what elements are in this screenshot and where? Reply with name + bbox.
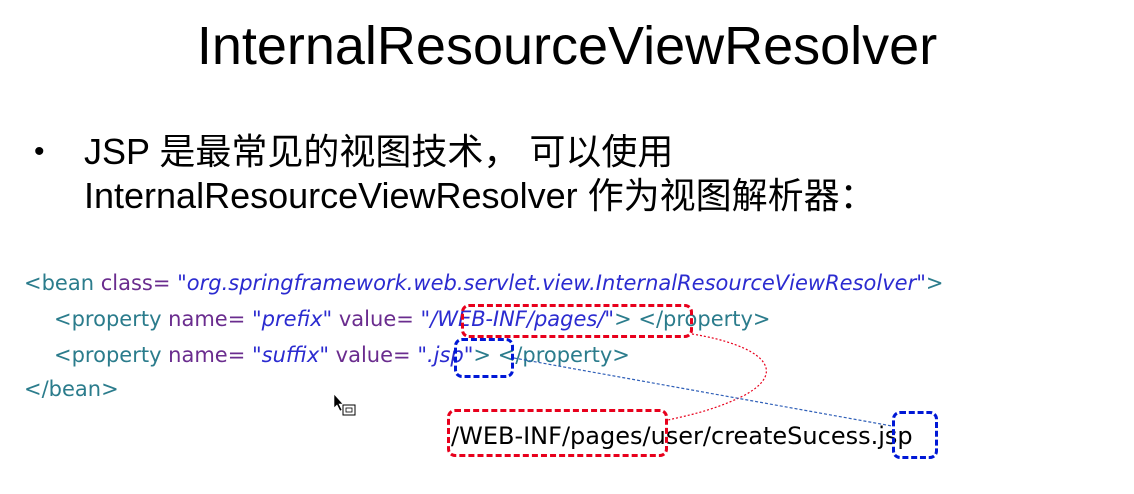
value-attr: value= (332, 307, 414, 331)
property-tag: <property (54, 343, 169, 367)
suffix-name-value: "suffix" (245, 343, 329, 367)
class-value: "org.springframework.web.servlet.view.In… (170, 271, 926, 295)
value-attr: value= (329, 343, 411, 367)
bean-tag: <bean (24, 271, 101, 295)
property-tag: <property (54, 307, 169, 331)
name-attr: name= (168, 343, 246, 367)
slide-title: InternalResourceViewResolver (196, 16, 938, 76)
name-attr: name= (168, 307, 246, 331)
prefix-highlight-box (461, 304, 693, 338)
resolved-suffix-highlight-box (892, 411, 938, 459)
bullet-text: JSP 是最常见的视图技术， 可以使用 InternalResourceView… (84, 130, 876, 218)
suffix-highlight-box (454, 338, 514, 378)
resolved-view-name: user/createSucess (650, 422, 871, 450)
bean-tag-close: > (925, 271, 944, 295)
resolved-prefix-highlight-box (447, 409, 668, 457)
class-attr: class= (100, 271, 171, 295)
prefix-name-value: "prefix" (245, 307, 333, 331)
code-line-suffix-property: <property name= "suffix" value= ".jsp"> … (54, 338, 630, 372)
code-line-bean-open: <bean class= "org.springframework.web.se… (24, 266, 943, 300)
bullet-line-2: InternalResourceViewResolver 作为视图解析器： (84, 175, 876, 216)
bullet-dot: • (34, 135, 45, 168)
code-line-bean-close: </bean> (24, 377, 119, 401)
bullet-line-1: JSP 是最常见的视图技术， 可以使用 (84, 131, 674, 172)
